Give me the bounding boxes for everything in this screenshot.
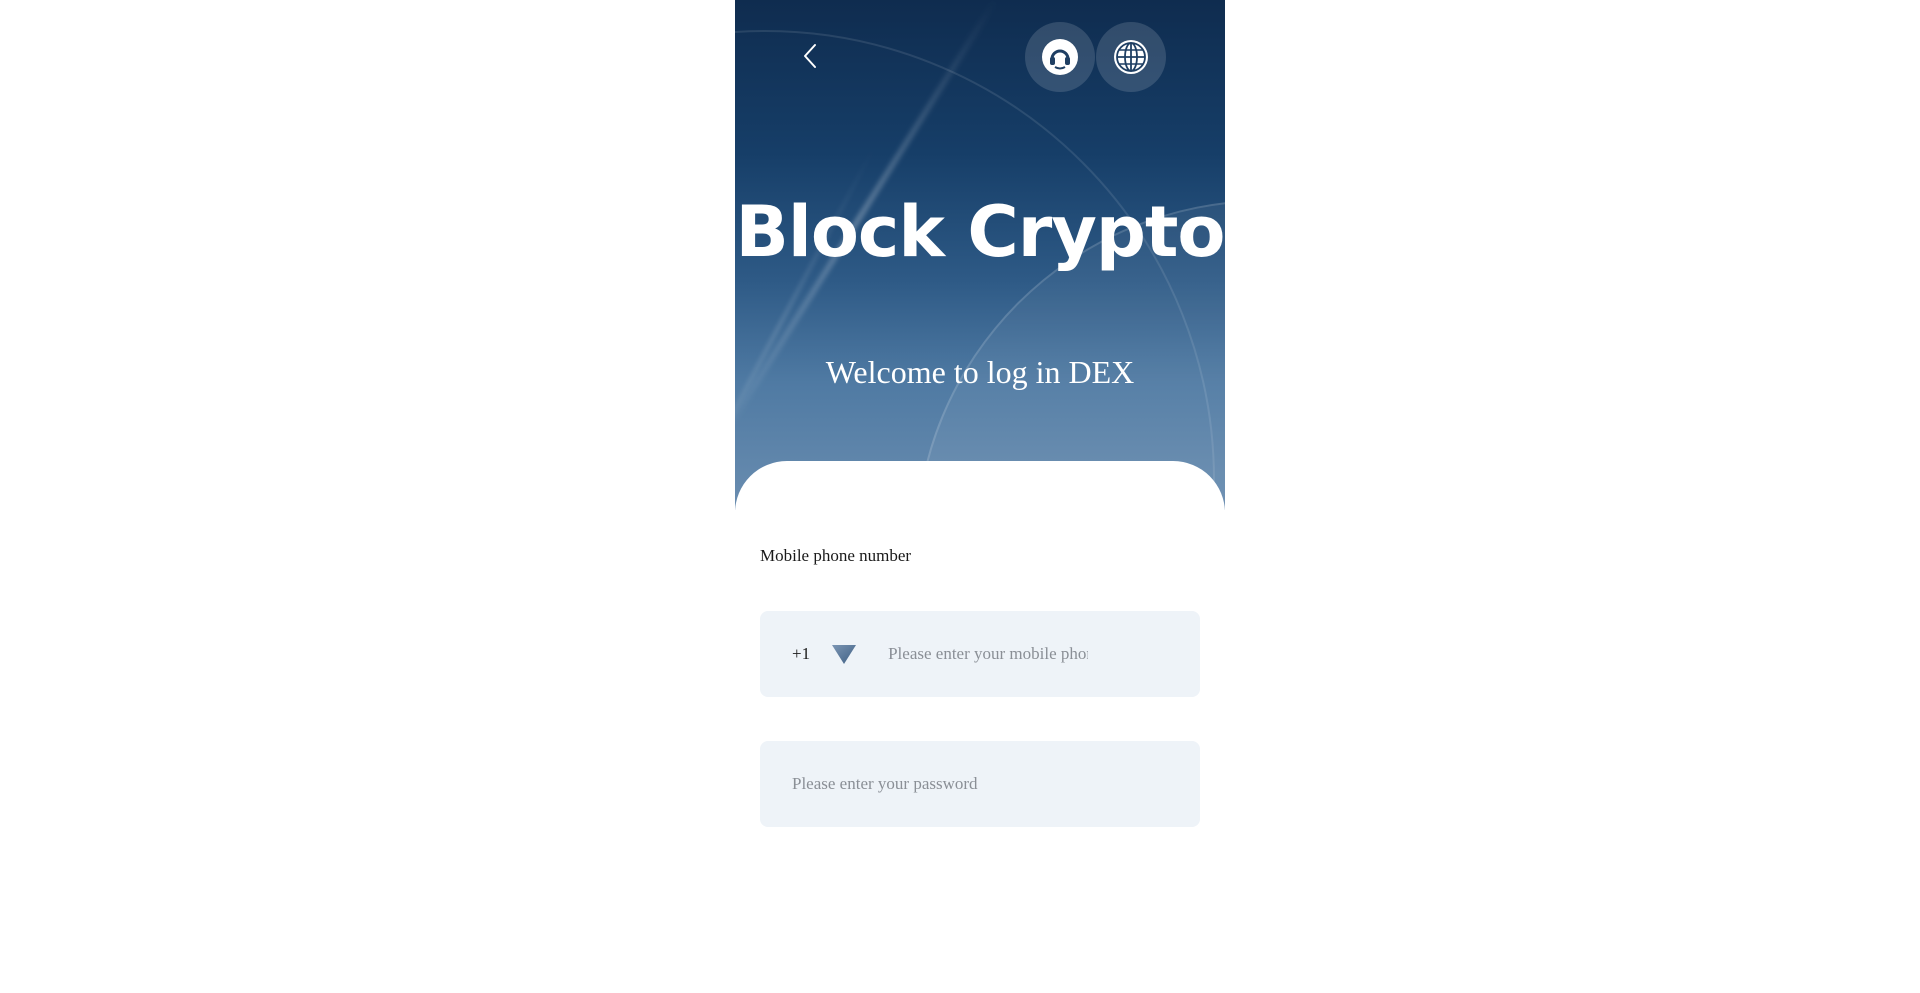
globe-icon <box>1114 40 1148 74</box>
triangle-down-icon[interactable] <box>830 642 858 666</box>
password-input[interactable] <box>792 764 1172 804</box>
login-form-card: Mobile phone number +1 <box>735 461 1225 993</box>
login-screen: Block Crypto Welcome to log in DEX Mobil… <box>735 0 1225 993</box>
welcome-heading: Welcome to log in DEX <box>825 354 1135 390</box>
phone-label: Mobile phone number <box>760 546 912 565</box>
phone-input[interactable] <box>888 634 1089 674</box>
customer-service-button[interactable] <box>1025 22 1095 92</box>
language-button[interactable] <box>1096 22 1166 92</box>
password-input-group <box>760 741 1200 827</box>
back-button[interactable] <box>795 36 825 76</box>
chevron-left-icon <box>804 44 816 68</box>
phone-input-group: +1 <box>760 611 1200 697</box>
customer-service-icon <box>1042 39 1078 75</box>
country-code-selector[interactable]: +1 <box>792 644 810 664</box>
hero-banner: Block Crypto Welcome to log in DEX <box>735 0 1225 510</box>
brand-logo-text: Block Crypto <box>735 191 1225 273</box>
